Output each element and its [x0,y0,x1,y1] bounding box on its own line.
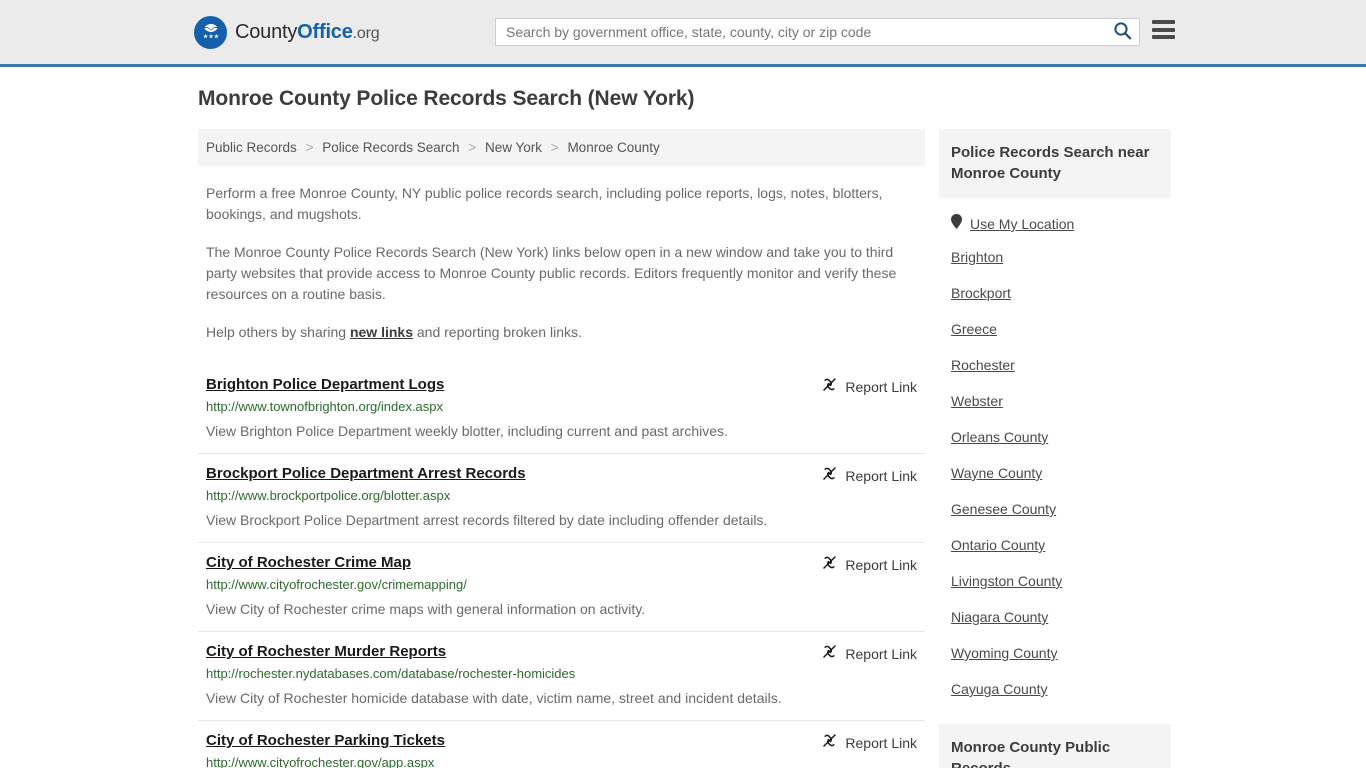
intro-p3-before: Help others by sharing [206,324,350,340]
map-pin-icon [951,214,962,234]
report-link-label: Report Link [845,557,917,573]
sidebar-panel-title-public-records: Monroe County Public Records [939,724,1171,768]
report-link-button[interactable]: Report Link [821,465,917,487]
result-header: City of Rochester Murder Reports Report … [206,642,917,665]
site-header: CountyOffice.org [0,0,1366,67]
result-title-link[interactable]: Brockport Police Department Arrest Recor… [206,464,526,484]
report-link-button[interactable]: Report Link [821,732,917,754]
sidebar-link-niagara-county[interactable]: Niagara County [951,594,1159,630]
sidebar-link-brockport[interactable]: Brockport [951,270,1159,306]
breadcrumb-separator: > [550,140,559,155]
sidebar-link-wayne-county[interactable]: Wayne County [951,450,1159,486]
intro-text: Perform a free Monroe County, NY public … [198,183,925,343]
intro-p3-after: and reporting broken links. [413,324,582,340]
result-item: Brighton Police Department Logs Report L… [198,365,925,453]
result-title-link[interactable]: City of Rochester Parking Tickets [206,731,445,751]
page-body: Monroe County Police Records Search (New… [0,67,1366,768]
report-link-label: Report Link [845,646,917,662]
sidebar-link-rochester[interactable]: Rochester [951,342,1159,378]
broken-link-icon [821,643,838,665]
broken-link-icon [821,554,838,576]
result-description: View City of Rochester homicide database… [206,690,782,706]
page-title: Monroe County Police Records Search (New… [198,87,695,110]
report-link-button[interactable]: Report Link [821,554,917,576]
report-link-button[interactable]: Report Link [821,643,917,665]
breadcrumb: Public Records > Police Records Search >… [198,129,925,166]
sidebar-links: Use My Location Brighton Brockport Greec… [939,198,1171,702]
search-bar[interactable] [495,18,1140,46]
sidebar-link-wyoming-county[interactable]: Wyoming County [951,630,1159,666]
result-title-link[interactable]: City of Rochester Crime Map [206,553,411,573]
sidebar-panel-title-nearby: Police Records Search near Monroe County [939,129,1171,198]
result-title-link[interactable]: Brighton Police Department Logs [206,375,444,395]
result-url-link[interactable]: http://www.cityofrochester.gov/crimemapp… [206,577,467,592]
sidebar-link-brighton[interactable]: Brighton [951,234,1159,270]
result-item: City of Rochester Crime Map Report Link [198,542,925,631]
sidebar-link-webster[interactable]: Webster [951,378,1159,414]
result-item: City of Rochester Parking Tickets Report… [198,720,925,768]
breadcrumb-item-police-records-search[interactable]: Police Records Search [322,140,459,155]
broken-link-icon [821,732,838,754]
hamburger-menu-icon[interactable] [1152,20,1175,39]
report-link-label: Report Link [845,468,917,484]
content-columns: Public Records > Police Records Search >… [0,129,1366,768]
hamburger-bar [1152,35,1175,39]
broken-link-icon [821,465,838,487]
logo-text: CountyOffice.org [235,20,380,44]
sidebar-link-livingston-county[interactable]: Livingston County [951,558,1159,594]
search-button[interactable] [1105,19,1139,45]
breadcrumb-item-monroe-county: Monroe County [567,140,660,155]
report-link-label: Report Link [845,379,917,395]
sidebar: Police Records Search near Monroe County… [939,129,1171,768]
result-header: City of Rochester Crime Map Report Link [206,553,917,576]
result-header: Brighton Police Department Logs Report L… [206,375,917,398]
result-url-link[interactable]: http://www.brockportpolice.org/blotter.a… [206,488,450,503]
use-my-location-label: Use My Location [970,216,1075,232]
logo-text-org: .org [352,24,380,42]
breadcrumb-item-public-records[interactable]: Public Records [206,140,297,155]
result-item: City of Rochester Murder Reports Report … [198,631,925,720]
intro-paragraph-2: The Monroe County Police Records Search … [206,244,897,302]
intro-paragraph-1: Perform a free Monroe County, NY public … [206,185,883,222]
intro-paragraph-3: Help others by sharing new links and rep… [206,322,906,343]
broken-link-icon [821,376,838,398]
report-link-button[interactable]: Report Link [821,376,917,398]
report-link-label: Report Link [845,735,917,751]
breadcrumb-item-new-york[interactable]: New York [485,140,542,155]
main-content: Public Records > Police Records Search >… [198,129,925,768]
sidebar-link-cayuga-county[interactable]: Cayuga County [951,666,1159,702]
eagle-seal-icon [194,15,227,49]
logo-text-county: County [235,20,298,43]
result-url-link[interactable]: http://www.townofbrighton.org/index.aspx [206,399,443,414]
result-description: View Brockport Police Department arrest … [206,512,768,528]
sidebar-link-genesee-county[interactable]: Genesee County [951,486,1159,522]
sidebar-link-ontario-county[interactable]: Ontario County [951,522,1159,558]
search-input[interactable] [496,19,1105,45]
result-description: View Brighton Police Department weekly b… [206,423,728,439]
sidebar-link-orleans-county[interactable]: Orleans County [951,414,1159,450]
result-item: Brockport Police Department Arrest Recor… [198,453,925,542]
logo-text-office: Office [297,20,353,43]
result-header: Brockport Police Department Arrest Recor… [206,464,917,487]
result-url-link[interactable]: http://www.cityofrochester.gov/app.aspx [206,755,434,768]
breadcrumb-separator: > [305,140,314,155]
result-header: City of Rochester Parking Tickets Report… [206,731,917,754]
result-url-link[interactable]: http://rochester.nydatabases.com/databas… [206,666,575,681]
result-description: View City of Rochester crime maps with g… [206,601,646,617]
hamburger-bar [1152,27,1175,32]
sidebar-link-greece[interactable]: Greece [951,306,1159,342]
breadcrumb-separator: > [468,140,477,155]
results-list: Brighton Police Department Logs Report L… [198,365,925,768]
result-title-link[interactable]: City of Rochester Murder Reports [206,642,446,662]
site-logo[interactable]: CountyOffice.org [194,15,380,49]
new-links-link[interactable]: new links [350,324,413,340]
hamburger-bar [1152,20,1175,24]
search-icon [1113,21,1132,43]
use-my-location-button[interactable]: Use My Location [951,198,1159,234]
